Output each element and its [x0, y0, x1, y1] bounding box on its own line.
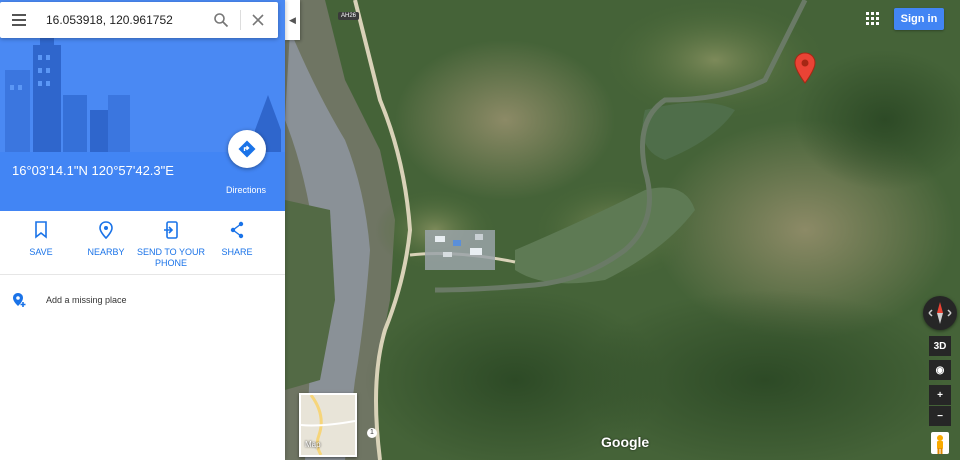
zoom-in-button[interactable]: +: [929, 385, 951, 405]
minimap-label: Map: [305, 440, 321, 449]
add-missing-place-link[interactable]: Add a missing place: [46, 295, 127, 305]
menu-icon[interactable]: [12, 14, 26, 26]
share-label: SHARE: [221, 247, 253, 257]
place-coordinates: 16°03'14.1"N 120°57'42.3"E: [12, 163, 174, 178]
directions-label: Directions: [226, 185, 267, 195]
satellite-map[interactable]: ◀ AH26 Sign in Map 1 Google 3D ◉ + −: [285, 0, 960, 460]
route-shield: 1: [367, 428, 377, 438]
my-location-button[interactable]: ◉: [929, 360, 951, 380]
nearby-label: NEARBY: [87, 247, 125, 257]
compass-icon: [928, 302, 952, 324]
pegman-street-view-button[interactable]: [931, 432, 949, 454]
search-box: 16.053918, 120.961752: [0, 2, 278, 38]
my-location-icon: ◉: [935, 364, 945, 376]
share-icon: [230, 221, 244, 239]
directions-button[interactable]: [228, 130, 266, 168]
google-attribution: Google: [601, 434, 650, 450]
side-panel: 16°03'14.1"N 120°57'42.3"E Directions 16…: [0, 0, 285, 460]
satellite-imagery: [285, 0, 960, 460]
add-place-icon[interactable]: [12, 292, 26, 308]
sign-in-button[interactable]: Sign in: [894, 8, 944, 30]
save-button[interactable]: SAVE: [6, 221, 76, 258]
pegman-icon: [937, 435, 943, 454]
search-input[interactable]: 16.053918, 120.961752: [46, 13, 173, 27]
compass-button[interactable]: [923, 296, 957, 330]
nearby-button[interactable]: NEARBY: [71, 221, 141, 258]
directions-icon: [238, 140, 256, 158]
send-to-phone-label: SEND TO YOUR PHONE: [136, 247, 206, 268]
send-to-phone-icon: [164, 221, 178, 239]
share-button[interactable]: SHARE: [202, 221, 272, 258]
location-pin-icon[interactable]: [794, 52, 816, 84]
collapse-panel-button[interactable]: ◀: [285, 0, 300, 40]
save-label: SAVE: [29, 247, 53, 257]
tilt-3d-button[interactable]: 3D: [929, 336, 951, 356]
search-icon[interactable]: [213, 12, 229, 28]
close-icon[interactable]: [252, 14, 264, 26]
section-divider: [0, 274, 285, 275]
search-divider: [240, 10, 241, 30]
apps-grid-icon[interactable]: [866, 12, 880, 26]
chevron-left-icon: ◀: [289, 14, 296, 25]
bookmark-icon: [35, 221, 47, 239]
map-layer-toggle[interactable]: Map: [299, 393, 357, 457]
road-label: AH26: [338, 12, 360, 20]
zoom-out-button[interactable]: −: [929, 406, 951, 426]
send-to-phone-button[interactable]: SEND TO YOUR PHONE: [136, 221, 206, 269]
nearby-pin-icon: [99, 221, 113, 239]
